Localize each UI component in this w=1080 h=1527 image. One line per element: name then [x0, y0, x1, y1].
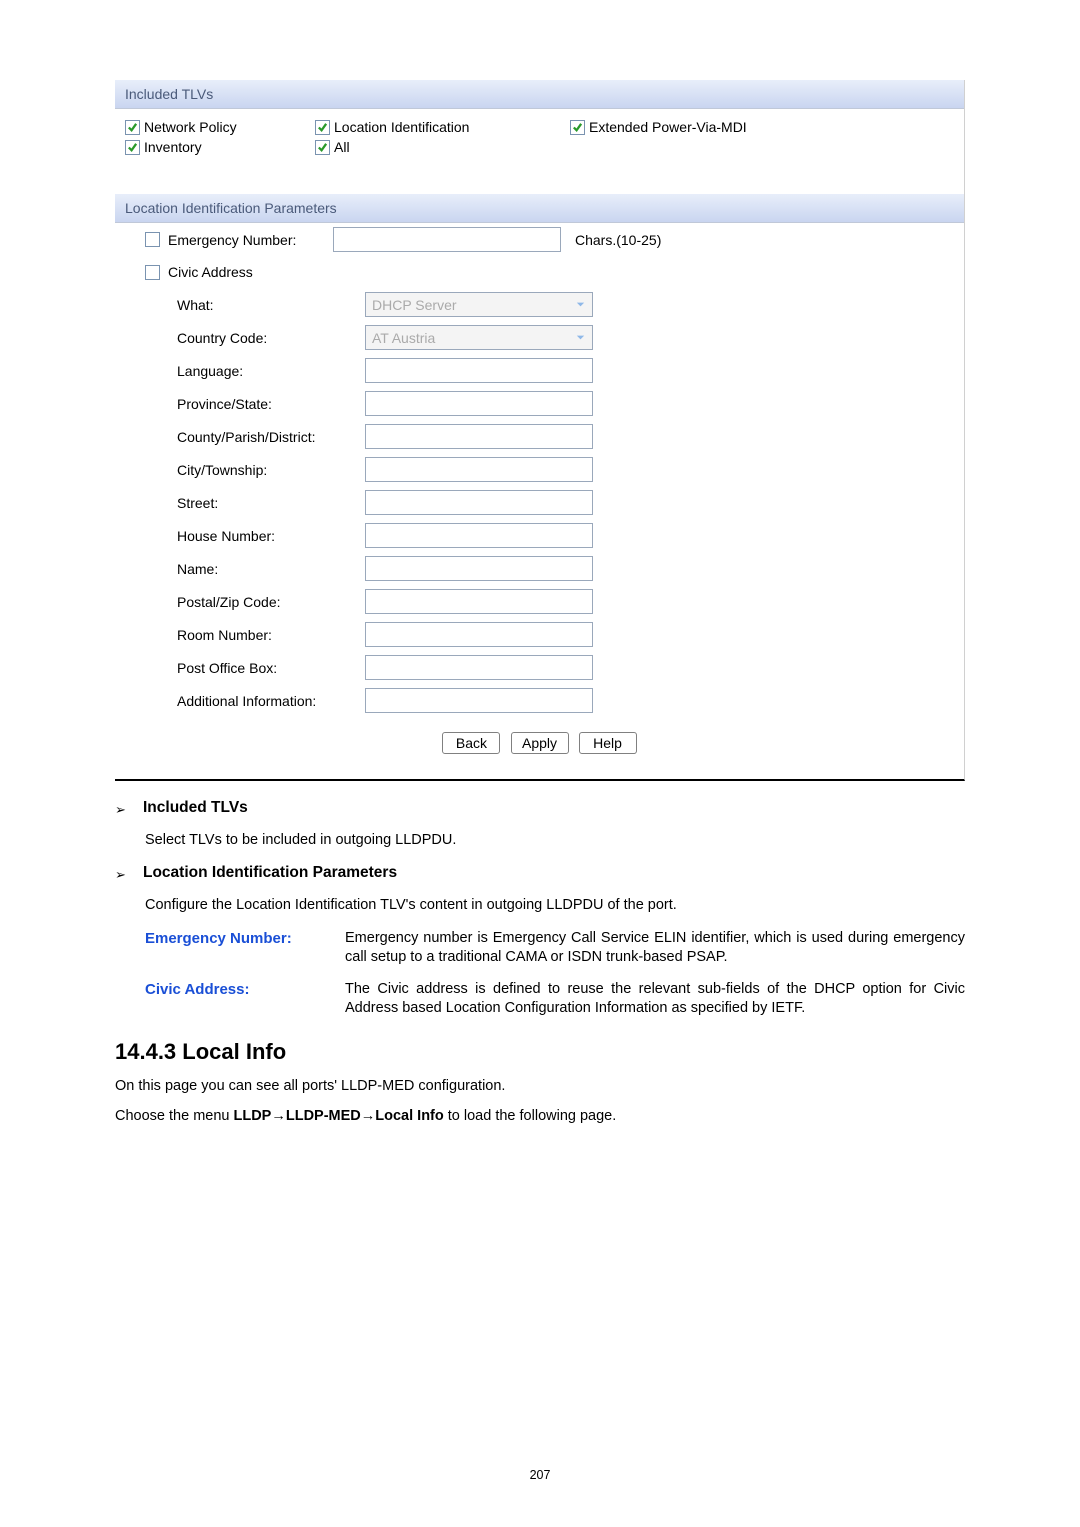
- row-addl: Additional Information:: [115, 684, 964, 717]
- tlv-label: Extended Power-Via-MDI: [589, 119, 747, 135]
- field-label: Province/State:: [177, 396, 272, 412]
- checkbox-icon[interactable]: [145, 232, 160, 247]
- section-p2: Choose the menu LLDP→LLDP-MED→Local Info…: [115, 1107, 965, 1127]
- row-country: Country Code: AT Austria: [115, 321, 964, 354]
- def-term: Emergency Number:: [145, 929, 345, 968]
- field-label: House Number:: [177, 528, 275, 544]
- postal-input[interactable]: [365, 589, 593, 614]
- desc-text: Configure the Location Identification TL…: [145, 896, 965, 915]
- chevron-down-icon: [575, 330, 586, 346]
- row-civic: Civic Address: [115, 256, 964, 288]
- tlv-label: Inventory: [144, 139, 202, 155]
- emergency-input[interactable]: [333, 227, 561, 252]
- room-input[interactable]: [365, 622, 593, 647]
- language-input[interactable]: [365, 358, 593, 383]
- tlv-location-identification[interactable]: Location Identification: [315, 119, 570, 135]
- tlvs-row-2: Inventory All: [125, 139, 954, 155]
- desc-locparams: ➢ Location Identification Parameters Con…: [115, 864, 965, 1019]
- field-label: Emergency Number:: [168, 232, 296, 248]
- field-label: Language:: [177, 363, 243, 379]
- desc-title: Included TLVs: [143, 799, 248, 817]
- country-select[interactable]: AT Austria: [365, 325, 593, 350]
- row-county: County/Parish/District:: [115, 420, 964, 453]
- location-params-header: Location Identification Parameters: [115, 194, 964, 223]
- def-row: Civic Address: The Civic address is defi…: [145, 980, 965, 1019]
- select-value: DHCP Server: [372, 297, 457, 313]
- def-row: Emergency Number: Emergency number is Em…: [145, 929, 965, 968]
- checkbox-icon[interactable]: [145, 265, 160, 280]
- row-emergency: Emergency Number: Chars.(10-25): [115, 223, 964, 256]
- button-row: Back Apply Help: [115, 732, 964, 754]
- desc-text: Select TLVs to be included in outgoing L…: [145, 831, 965, 850]
- field-label: Civic Address: [168, 264, 253, 280]
- field-label: Country Code:: [177, 330, 267, 346]
- page-number: 207: [0, 1468, 1080, 1482]
- row-house: House Number:: [115, 519, 964, 552]
- included-tlvs-header: Included TLVs: [115, 80, 964, 109]
- row-name: Name:: [115, 552, 964, 585]
- row-street: Street:: [115, 486, 964, 519]
- p2-pre: Choose the menu: [115, 1108, 234, 1124]
- what-select[interactable]: DHCP Server: [365, 292, 593, 317]
- row-postal: Postal/Zip Code:: [115, 585, 964, 618]
- field-label: Postal/Zip Code:: [177, 594, 281, 610]
- tlv-extended-power[interactable]: Extended Power-Via-MDI: [570, 119, 954, 135]
- pobox-input[interactable]: [365, 655, 593, 680]
- county-input[interactable]: [365, 424, 593, 449]
- province-input[interactable]: [365, 391, 593, 416]
- street-input[interactable]: [365, 490, 593, 515]
- field-label: Room Number:: [177, 627, 272, 643]
- p2-bold: LLDP→LLDP-MED→Local Info: [234, 1108, 444, 1124]
- bullet-arrow-icon: ➢: [115, 864, 129, 886]
- bullet-arrow-icon: ➢: [115, 799, 129, 821]
- row-language: Language:: [115, 354, 964, 387]
- def-term: Civic Address:: [145, 980, 345, 1019]
- tlvs-row-1: Network Policy Location Identification E…: [125, 119, 954, 135]
- help-button[interactable]: Help: [579, 732, 637, 754]
- desc-title: Location Identification Parameters: [143, 864, 397, 882]
- p2-post: to load the following page.: [444, 1108, 617, 1124]
- checkbox-icon: [315, 120, 330, 135]
- chevron-down-icon: [575, 297, 586, 313]
- select-value: AT Austria: [372, 330, 435, 346]
- tlv-all[interactable]: All: [315, 139, 570, 155]
- checkbox-icon: [570, 120, 585, 135]
- addl-input[interactable]: [365, 688, 593, 713]
- row-room: Room Number:: [115, 618, 964, 651]
- def-body: Emergency number is Emergency Call Servi…: [345, 929, 965, 968]
- name-input[interactable]: [365, 556, 593, 581]
- city-input[interactable]: [365, 457, 593, 482]
- tlv-inventory[interactable]: Inventory: [125, 139, 315, 155]
- row-city: City/Township:: [115, 453, 964, 486]
- tlv-label: Location Identification: [334, 119, 469, 135]
- checkbox-icon: [125, 140, 140, 155]
- field-label: What:: [177, 297, 214, 313]
- checkbox-icon: [125, 120, 140, 135]
- tlv-network-policy[interactable]: Network Policy: [125, 119, 315, 135]
- row-what: What: DHCP Server: [115, 288, 964, 321]
- row-province: Province/State:: [115, 387, 964, 420]
- section-heading: 14.4.3 Local Info: [115, 1039, 965, 1065]
- desc-included: ➢ Included TLVs Select TLVs to be includ…: [115, 799, 965, 850]
- tlv-label: Network Policy: [144, 119, 237, 135]
- row-pobox: Post Office Box:: [115, 651, 964, 684]
- tlv-label: All: [334, 139, 350, 155]
- field-label: City/Township:: [177, 462, 267, 478]
- apply-button[interactable]: Apply: [511, 732, 569, 754]
- field-label: Name:: [177, 561, 218, 577]
- definition-grid: Emergency Number: Emergency number is Em…: [145, 929, 965, 1019]
- def-body: The Civic address is defined to reuse th…: [345, 980, 965, 1019]
- field-label: Additional Information:: [177, 693, 316, 709]
- emergency-hint: Chars.(10-25): [575, 232, 661, 248]
- tlvs-grid: Network Policy Location Identification E…: [115, 109, 964, 169]
- config-panel: Included TLVs Network Policy Location Id…: [115, 80, 965, 781]
- checkbox-icon: [315, 140, 330, 155]
- field-label: Street:: [177, 495, 218, 511]
- location-params-section: Location Identification Parameters Emerg…: [115, 194, 964, 754]
- house-input[interactable]: [365, 523, 593, 548]
- back-button[interactable]: Back: [442, 732, 500, 754]
- field-label: County/Parish/District:: [177, 429, 315, 445]
- field-label: Post Office Box:: [177, 660, 277, 676]
- section-p1: On this page you can see all ports' LLDP…: [115, 1077, 965, 1097]
